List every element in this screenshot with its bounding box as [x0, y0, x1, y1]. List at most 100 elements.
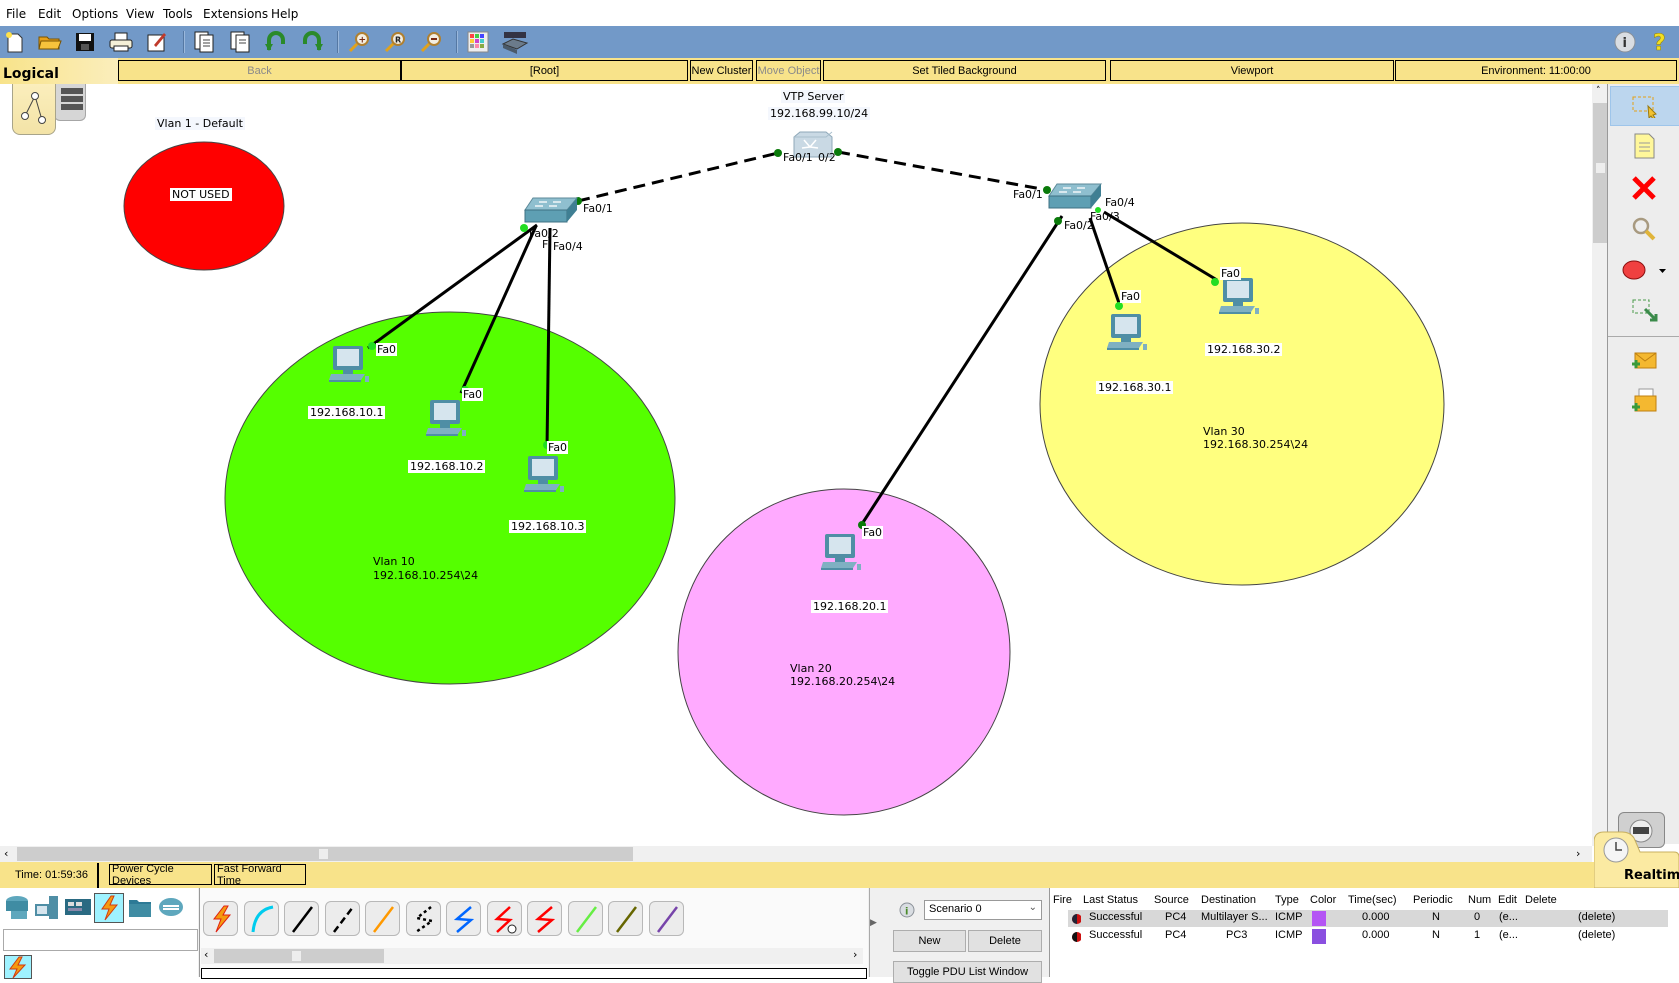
inspect-tool[interactable] — [1610, 210, 1678, 248]
power-cycle-devices-button[interactable]: Power Cycle Devices — [109, 863, 212, 887]
pc5-port: Fa0 — [1120, 290, 1142, 303]
add-complex-pdu-tool[interactable] — [1610, 382, 1678, 420]
scenario-info-icon[interactable]: i — [899, 902, 915, 918]
console-cable-button[interactable] — [243, 901, 279, 936]
selected-category-connections[interactable] — [4, 955, 32, 979]
undo-icon[interactable] — [264, 30, 288, 54]
link-pc4 — [858, 215, 1064, 528]
network-devices-icon[interactable] — [3, 893, 31, 921]
core-switch-name: VTP Server — [781, 90, 846, 103]
menu-tools[interactable]: Tools — [163, 7, 193, 21]
right-switch-port-fa0-4: Fa0/4 — [1105, 196, 1135, 209]
resize-icon — [1632, 299, 1658, 322]
scroll-left-icon[interactable]: ‹ — [4, 847, 8, 860]
phone-cable-button[interactable] — [405, 901, 441, 936]
automatic-connection-icon — [212, 905, 232, 932]
octal-button[interactable] — [567, 901, 603, 936]
vertical-scroll-thumb[interactable] — [1593, 103, 1608, 243]
iot-custom-cable-button[interactable] — [608, 901, 643, 936]
resize-shape-tool[interactable] — [1610, 291, 1678, 329]
scroll-up-icon[interactable]: ˄ — [1596, 86, 1601, 96]
connections-icon[interactable] — [94, 893, 124, 923]
realtime-tab[interactable]: Realtime — [1594, 828, 1679, 888]
simulation-time: Time: 01:59:36 — [15, 869, 88, 881]
pdu-num: 0 — [1474, 911, 1481, 923]
new-scenario-button[interactable]: New — [893, 930, 966, 952]
pc4-port: Fa0 — [862, 526, 884, 539]
palette-icon[interactable] — [466, 30, 490, 54]
fire-indicator-icon[interactable] — [1071, 931, 1081, 943]
serial-dte-button[interactable] — [527, 901, 562, 936]
new-cluster-button[interactable]: New Cluster — [690, 60, 753, 81]
fast-forward-time-button[interactable]: Fast Forward Time — [214, 863, 306, 887]
conn-scroll-left-icon[interactable]: ‹ — [204, 948, 208, 961]
fire-indicator-icon[interactable] — [1071, 913, 1081, 925]
copy-icon[interactable] — [192, 30, 216, 54]
conn-scroll-right-icon[interactable]: › — [853, 948, 857, 961]
end-devices-icon[interactable] — [33, 893, 61, 921]
menu-options[interactable]: Options — [72, 7, 118, 21]
menu-help[interactable]: Help — [271, 7, 298, 21]
copper-cross-over-button[interactable] — [324, 901, 360, 936]
usb-cable-button[interactable] — [648, 901, 684, 936]
select-tool[interactable] — [1610, 86, 1679, 126]
components-icon[interactable] — [64, 893, 92, 921]
print-icon[interactable] — [109, 30, 133, 54]
move-object-button[interactable]: Move Object — [756, 60, 821, 81]
help-icon[interactable]: ? — [1648, 30, 1672, 54]
physical-view-tab[interactable] — [54, 84, 86, 121]
pc2-port: Fa0 — [462, 388, 484, 401]
scroll-right-icon[interactable]: › — [1576, 847, 1580, 860]
pc5-ip: 192.168.30.1 — [1096, 381, 1174, 394]
redo-icon[interactable] — [300, 30, 324, 54]
open-folder-icon[interactable] — [38, 30, 62, 54]
new-file-icon[interactable] — [3, 30, 27, 54]
coaxial-button[interactable] — [446, 901, 481, 936]
zoom-in-icon[interactable]: + — [347, 30, 371, 54]
pdu-edit-link[interactable]: (e... — [1499, 929, 1518, 941]
pdu-num: 1 — [1474, 929, 1481, 941]
console-cable-icon — [251, 905, 273, 932]
set-tiled-background-button[interactable]: Set Tiled Background — [823, 60, 1106, 81]
scenario-select[interactable]: Scenario 0 ⌄ — [924, 900, 1042, 920]
delete-scenario-button[interactable]: Delete — [968, 930, 1042, 952]
zoom-out-icon[interactable] — [419, 30, 443, 54]
pdu-edit-link[interactable]: (e... — [1499, 911, 1518, 923]
fiber-button[interactable] — [365, 901, 400, 936]
menu-file[interactable]: File — [6, 7, 26, 21]
toggle-pdu-list-button[interactable]: Toggle PDU List Window — [893, 961, 1042, 983]
menu-view[interactable]: View — [126, 7, 154, 21]
logical-view-tab[interactable] — [12, 84, 56, 135]
paste-icon[interactable] — [228, 30, 252, 54]
environment-button[interactable]: Environment: 11:00:00 — [1395, 60, 1677, 81]
place-note-tool[interactable] — [1610, 127, 1678, 165]
expand-arrow-icon[interactable]: ▶ — [870, 918, 877, 928]
pc6-ip: 192.168.30.2 — [1205, 343, 1283, 356]
multiuser-icon[interactable] — [157, 893, 185, 921]
custom-device-icon[interactable] — [501, 30, 529, 54]
draw-ellipse-tool[interactable] — [1610, 251, 1678, 289]
misc-icon[interactable] — [126, 893, 154, 921]
back-button[interactable]: Back — [118, 60, 401, 81]
device-search-input[interactable] — [3, 929, 198, 951]
viewport-button[interactable]: Viewport — [1110, 60, 1394, 81]
core-switch-ip: 192.168.99.10/24 — [768, 107, 871, 120]
automatic-connection-button[interactable] — [203, 901, 238, 936]
delete-tool[interactable] — [1610, 169, 1678, 207]
copper-straight-through-button[interactable] — [284, 901, 319, 936]
pdu-delete-link[interactable]: (delete) — [1578, 929, 1615, 941]
menu-extensions[interactable]: Extensions — [203, 7, 268, 21]
activity-wizard-icon[interactable] — [145, 30, 169, 54]
logical-workspace-canvas[interactable]: Vlan 1 - Default NOT USED VTP Server 192… — [0, 84, 1592, 846]
save-icon[interactable] — [73, 30, 97, 54]
zoom-reset-icon[interactable]: R — [383, 30, 407, 54]
connection-scroll-thumb[interactable] — [214, 949, 384, 963]
pdu-destination: Multilayer S... — [1201, 911, 1268, 923]
horizontal-scroll-thumb[interactable] — [17, 847, 633, 861]
add-simple-pdu-tool[interactable] — [1610, 342, 1678, 380]
info-icon[interactable]: i — [1613, 30, 1637, 54]
menu-edit[interactable]: Edit — [38, 7, 61, 21]
serial-dce-button[interactable] — [486, 901, 522, 936]
root-button[interactable]: [Root] — [401, 60, 688, 81]
pdu-delete-link[interactable]: (delete) — [1578, 911, 1615, 923]
